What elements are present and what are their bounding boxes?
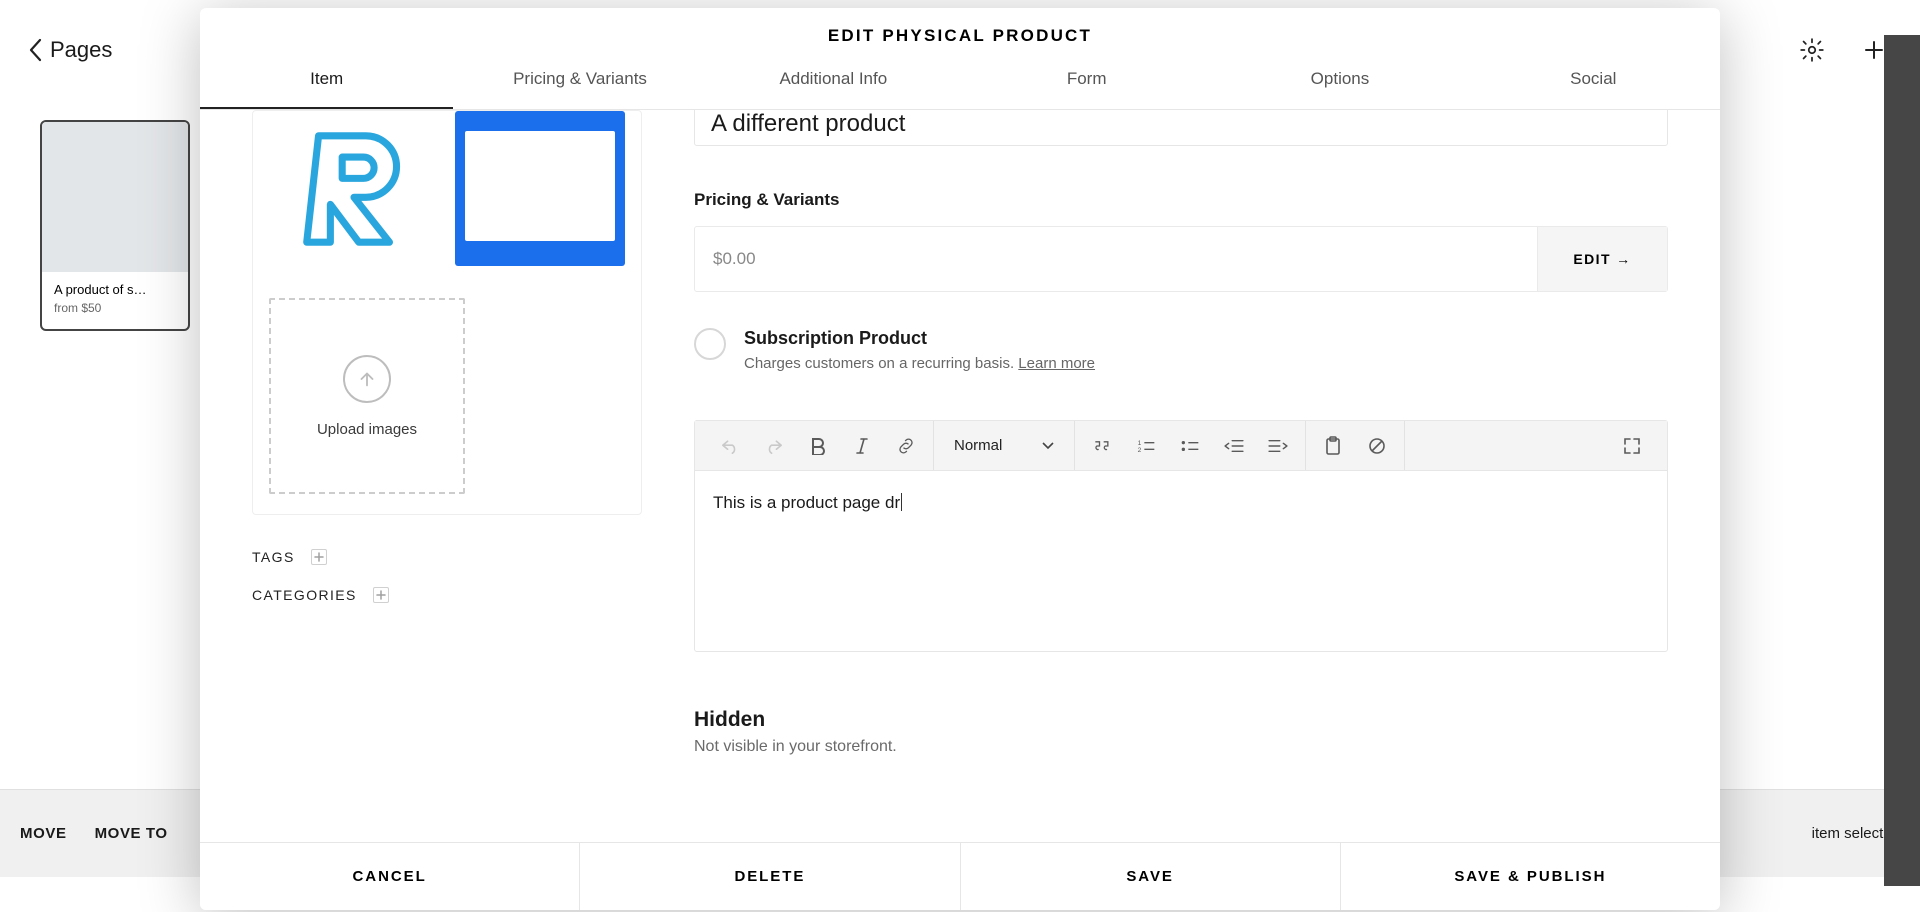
indent-button[interactable] [1257, 428, 1299, 464]
move-action[interactable]: MOVE [20, 825, 67, 842]
svg-text:2: 2 [1138, 446, 1142, 453]
image-panel: Upload images [252, 110, 642, 515]
clear-icon [1368, 437, 1386, 455]
undo-icon [720, 438, 740, 454]
bold-button[interactable] [797, 428, 839, 464]
clipboard-icon [1324, 436, 1342, 456]
bullet-list-button[interactable] [1169, 428, 1211, 464]
italic-icon [855, 437, 869, 455]
tab-additional-info[interactable]: Additional Info [707, 50, 960, 109]
back-to-pages[interactable]: Pages [28, 37, 112, 63]
back-label: Pages [50, 37, 112, 63]
link-button[interactable] [885, 428, 927, 464]
cancel-button[interactable]: CANCEL [200, 843, 580, 910]
product-image-2[interactable] [455, 111, 625, 266]
tab-form[interactable]: Form [960, 50, 1213, 109]
subscription-toggle[interactable] [694, 328, 726, 360]
clear-format-button[interactable] [1356, 428, 1398, 464]
editor-content: This is a product page dr [713, 493, 902, 512]
bullet-list-icon [1180, 438, 1200, 454]
modal-footer: CANCEL DELETE SAVE SAVE & PUBLISH [200, 842, 1720, 910]
redo-button[interactable] [753, 428, 795, 464]
chevron-down-icon [1042, 442, 1054, 450]
tab-social[interactable]: Social [1467, 50, 1720, 109]
editor-textarea[interactable]: This is a product page dr [695, 471, 1667, 651]
tab-options[interactable]: Options [1213, 50, 1466, 109]
upload-icon [343, 355, 391, 403]
categories-label: CATEGORIES [252, 587, 357, 603]
link-icon [896, 437, 916, 455]
product-image-1[interactable] [269, 111, 439, 266]
product-card-price: from $50 [54, 301, 176, 315]
learn-more-link[interactable]: Learn more [1018, 355, 1095, 372]
product-thumbnail [42, 122, 188, 272]
subscription-title: Subscription Product [744, 328, 1095, 349]
redo-icon [764, 438, 784, 454]
tab-item[interactable]: Item [200, 50, 453, 109]
plus-small-icon [314, 552, 324, 562]
modal-title: EDIT PHYSICAL PRODUCT [200, 8, 1720, 50]
hidden-title: Hidden [694, 708, 1668, 732]
add-category-button[interactable] [373, 587, 389, 603]
save-button[interactable]: SAVE [961, 843, 1341, 910]
numbered-list-icon: 12 [1136, 438, 1156, 454]
product-card-title: A product of s… [54, 282, 176, 297]
chevron-left-icon [28, 38, 42, 62]
gear-icon [1799, 37, 1825, 63]
plus-icon [1862, 38, 1886, 62]
upload-images[interactable]: Upload images [269, 298, 465, 494]
undo-button[interactable] [709, 428, 751, 464]
tab-pricing-variants[interactable]: Pricing & Variants [453, 50, 706, 109]
subscription-desc: Charges customers on a recurring basis. … [744, 355, 1095, 372]
pricing-section-title: Pricing & Variants [694, 190, 1668, 210]
tags-label: TAGS [252, 549, 295, 565]
price-value: $0.00 [695, 227, 1537, 291]
expand-icon [1622, 436, 1642, 456]
paste-button[interactable] [1312, 428, 1354, 464]
side-panel-edge [1884, 35, 1920, 886]
numbered-list-button[interactable]: 12 [1125, 428, 1167, 464]
move-to-action[interactable]: MOVE TO [95, 825, 168, 842]
bold-icon [810, 437, 826, 455]
hidden-desc: Not visible in your storefront. [694, 738, 1668, 756]
product-name-input[interactable]: A different product [694, 110, 1668, 146]
edit-product-modal: EDIT PHYSICAL PRODUCT Item Pricing & Var… [200, 8, 1720, 910]
editor-toolbar: Normal 12 [695, 421, 1667, 471]
edit-pricing-button[interactable]: EDIT → [1537, 227, 1667, 291]
upload-label: Upload images [317, 421, 417, 438]
style-select-value: Normal [954, 437, 1002, 454]
pricing-row: $0.00 EDIT → [694, 226, 1668, 292]
logo-r-icon [294, 124, 414, 254]
indent-icon [1267, 438, 1289, 454]
add-tag-button[interactable] [311, 549, 327, 565]
save-publish-button[interactable]: SAVE & PUBLISH [1341, 843, 1720, 910]
outdent-button[interactable] [1213, 428, 1255, 464]
style-select[interactable]: Normal [940, 421, 1068, 470]
settings-button[interactable] [1794, 32, 1830, 68]
modal-tabs: Item Pricing & Variants Additional Info … [200, 50, 1720, 110]
quote-button[interactable] [1081, 428, 1123, 464]
product-card[interactable]: A product of s… from $50 [40, 120, 190, 331]
delete-button[interactable]: DELETE [580, 843, 960, 910]
product-name-value: A different product [711, 110, 905, 138]
plus-small-icon [376, 590, 386, 600]
description-editor: Normal 12 [694, 420, 1668, 652]
outdent-icon [1223, 438, 1245, 454]
quote-icon [1092, 438, 1112, 454]
italic-button[interactable] [841, 428, 883, 464]
fullscreen-button[interactable] [1611, 428, 1653, 464]
